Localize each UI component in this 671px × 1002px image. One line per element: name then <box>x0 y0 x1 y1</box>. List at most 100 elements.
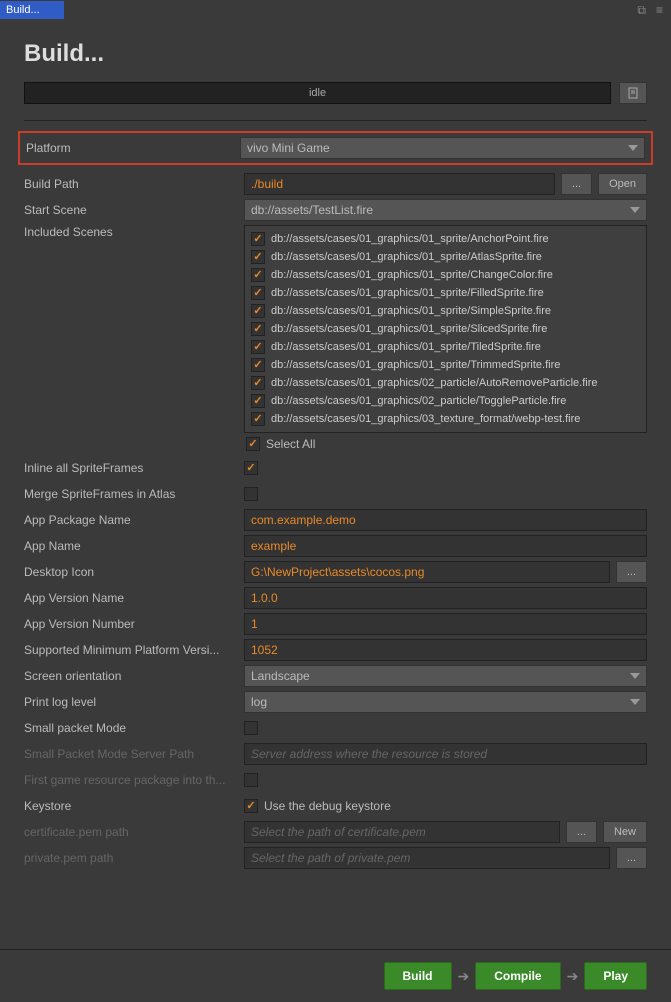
app-name-label: App Name <box>24 539 244 553</box>
arrow-right-icon: ➔ <box>567 968 579 985</box>
status-action-button[interactable] <box>619 82 647 104</box>
scene-path: db://assets/cases/01_graphics/01_sprite/… <box>271 251 542 263</box>
scene-row: db://assets/cases/01_graphics/01_sprite/… <box>245 302 646 320</box>
priv-pem-browse-button[interactable]: ... <box>616 847 647 869</box>
platform-highlight: Platform vivo Mini Game <box>18 131 653 165</box>
priv-pem-input[interactable] <box>244 847 610 869</box>
orientation-label: Screen orientation <box>24 669 244 683</box>
scene-path: db://assets/cases/01_graphics/02_particl… <box>271 377 598 389</box>
small-packet-checkbox[interactable] <box>244 721 258 735</box>
keystore-text: Use the debug keystore <box>264 799 391 813</box>
small-packet-path-label: Small Packet Mode Server Path <box>24 747 244 761</box>
scene-checkbox[interactable] <box>251 358 265 372</box>
chevron-down-icon <box>630 673 640 679</box>
desktop-icon-browse-button[interactable]: ... <box>616 561 647 583</box>
play-button[interactable]: Play <box>584 962 647 990</box>
scene-checkbox[interactable] <box>251 394 265 408</box>
build-path-open-button[interactable]: Open <box>598 173 647 195</box>
scene-checkbox[interactable] <box>251 268 265 282</box>
desktop-icon-label: Desktop Icon <box>24 565 244 579</box>
chevron-down-icon <box>630 699 640 705</box>
min-platform-label: Supported Minimum Platform Versi... <box>24 643 244 657</box>
scene-path: db://assets/cases/01_graphics/01_sprite/… <box>271 359 560 371</box>
platform-select[interactable]: vivo Mini Game <box>240 137 645 159</box>
menu-icon[interactable]: ≡ <box>656 3 663 18</box>
app-package-input[interactable] <box>244 509 647 531</box>
arrow-right-icon: ➔ <box>458 968 470 985</box>
first-game-checkbox[interactable] <box>244 773 258 787</box>
document-icon <box>627 87 639 99</box>
desktop-icon-input[interactable] <box>244 561 610 583</box>
scene-row: db://assets/cases/01_graphics/01_sprite/… <box>245 266 646 284</box>
scene-checkbox[interactable] <box>251 340 265 354</box>
scene-path: db://assets/cases/01_graphics/03_texture… <box>271 413 580 425</box>
footer: Build ➔ Compile ➔ Play <box>0 949 671 1002</box>
status-bar: idle <box>24 82 611 104</box>
window-tab[interactable]: Build... <box>0 1 64 19</box>
scene-row: db://assets/cases/01_graphics/01_sprite/… <box>245 356 646 374</box>
start-scene-select[interactable]: db://assets/TestList.fire <box>244 199 647 221</box>
cert-pem-browse-button[interactable]: ... <box>566 821 597 843</box>
scene-checkbox[interactable] <box>251 232 265 246</box>
cert-pem-label: certificate.pem path <box>24 825 244 839</box>
version-name-label: App Version Name <box>24 591 244 605</box>
keystore-label: Keystore <box>24 799 244 813</box>
merge-sprite-label: Merge SpriteFrames in Atlas <box>24 487 244 501</box>
keystore-checkbox[interactable] <box>244 799 258 813</box>
scene-path: db://assets/cases/01_graphics/02_particl… <box>271 395 566 407</box>
orientation-select[interactable]: Landscape <box>244 665 647 687</box>
app-name-input[interactable] <box>244 535 647 557</box>
scene-path: db://assets/cases/01_graphics/01_sprite/… <box>271 233 549 245</box>
small-packet-path-input[interactable] <box>244 743 647 765</box>
scene-checkbox[interactable] <box>251 376 265 390</box>
scene-row: db://assets/cases/01_graphics/01_sprite/… <box>245 320 646 338</box>
merge-sprite-checkbox[interactable] <box>244 487 258 501</box>
log-level-label: Print log level <box>24 695 244 709</box>
scene-checkbox[interactable] <box>251 412 265 426</box>
included-scenes-label: Included Scenes <box>24 225 244 239</box>
scene-row: db://assets/cases/01_graphics/01_sprite/… <box>245 338 646 356</box>
log-level-select[interactable]: log <box>244 691 647 713</box>
scene-row: db://assets/cases/01_graphics/01_sprite/… <box>245 230 646 248</box>
chevron-down-icon <box>630 207 640 213</box>
version-name-input[interactable] <box>244 587 647 609</box>
chevron-down-icon <box>628 145 638 151</box>
priv-pem-label: private.pem path <box>24 851 244 865</box>
build-path-label: Build Path <box>24 177 244 191</box>
version-number-label: App Version Number <box>24 617 244 631</box>
small-packet-label: Small packet Mode <box>24 721 244 735</box>
scene-checkbox[interactable] <box>251 304 265 318</box>
first-game-label: First game resource package into th... <box>24 773 244 787</box>
select-all-label: Select All <box>266 437 315 451</box>
inline-sprite-label: Inline all SpriteFrames <box>24 461 244 475</box>
cert-pem-new-button[interactable]: New <box>603 821 647 843</box>
scene-row: db://assets/cases/01_graphics/02_particl… <box>245 374 646 392</box>
scene-path: db://assets/cases/01_graphics/01_sprite/… <box>271 287 544 299</box>
scene-path: db://assets/cases/01_graphics/01_sprite/… <box>271 323 547 335</box>
scene-row: db://assets/cases/01_graphics/03_texture… <box>245 410 646 428</box>
included-scenes-list[interactable]: db://assets/cases/01_graphics/01_sprite/… <box>244 225 647 433</box>
scene-row: db://assets/cases/01_graphics/02_particl… <box>245 392 646 410</box>
titlebar: Build... ⧉ ≡ <box>0 0 671 20</box>
min-platform-input[interactable] <box>244 639 647 661</box>
scene-row: db://assets/cases/01_graphics/01_sprite/… <box>245 284 646 302</box>
popout-icon[interactable]: ⧉ <box>637 3 646 18</box>
compile-button[interactable]: Compile <box>475 962 560 990</box>
build-path-browse-button[interactable]: ... <box>561 173 592 195</box>
scene-checkbox[interactable] <box>251 322 265 336</box>
scene-path: db://assets/cases/01_graphics/01_sprite/… <box>271 269 553 281</box>
platform-label: Platform <box>26 141 240 155</box>
page-title: Build... <box>0 20 671 82</box>
inline-sprite-checkbox[interactable] <box>244 461 258 475</box>
select-all-checkbox[interactable] <box>246 437 260 451</box>
scene-path: db://assets/cases/01_graphics/01_sprite/… <box>271 305 551 317</box>
scene-checkbox[interactable] <box>251 286 265 300</box>
build-path-input[interactable] <box>244 173 555 195</box>
scene-row: db://assets/cases/01_graphics/01_sprite/… <box>245 248 646 266</box>
cert-pem-input[interactable] <box>244 821 560 843</box>
scene-path: db://assets/cases/01_graphics/01_sprite/… <box>271 341 541 353</box>
version-number-input[interactable] <box>244 613 647 635</box>
build-button[interactable]: Build <box>384 962 452 990</box>
start-scene-label: Start Scene <box>24 203 244 217</box>
scene-checkbox[interactable] <box>251 250 265 264</box>
